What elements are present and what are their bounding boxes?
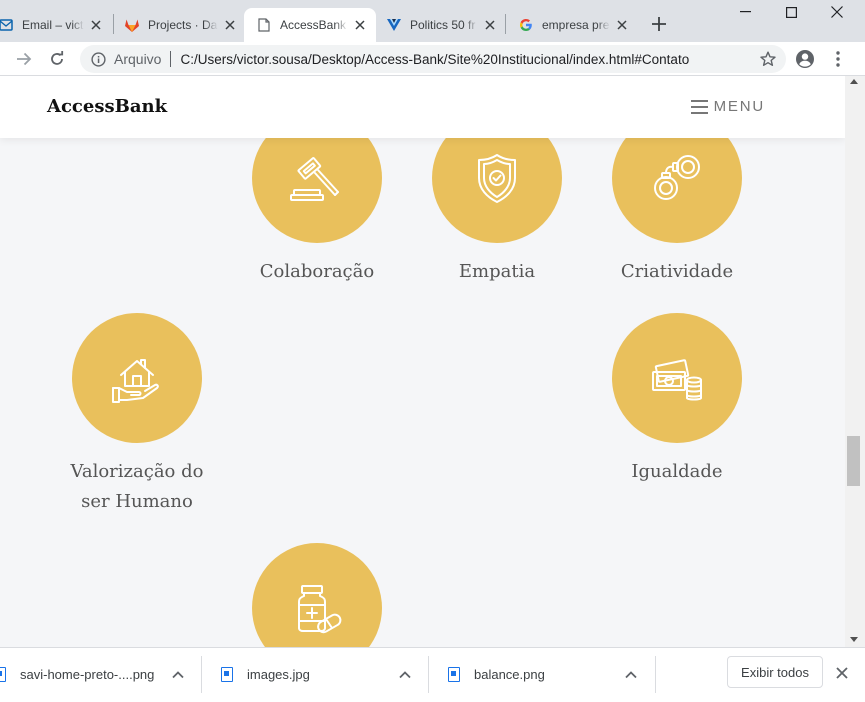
browser-toolbar: Arquivo C:/Users/victor.sousa/Desktop/Ac… [0,42,865,76]
download-item[interactable]: balance.png [448,648,628,701]
gitlab-icon [124,17,140,33]
download-filename: balance.png [474,667,545,682]
tab-strip: Email – victo Projects · Da AccessBank P… [0,0,865,42]
bookmark-star-icon[interactable] [760,51,776,67]
value-label: Valorização do ser Humano [70,461,204,512]
tab-separator [505,14,506,34]
value-item-criatividade: Criatividade [587,113,767,287]
chevron-up-icon[interactable] [171,668,185,682]
medicine-pills-icon [298,585,342,634]
more-vertical-icon [836,51,840,67]
page-scrollbar[interactable] [845,76,865,647]
arrow-right-icon [17,52,32,66]
profile-button[interactable] [792,46,818,72]
reload-button[interactable] [44,46,70,72]
close-icon [831,6,843,18]
scroll-thumb[interactable] [847,436,860,486]
maximize-icon [785,6,797,18]
tab-separator [113,14,114,34]
download-divider [201,656,202,693]
value-circle [72,313,202,443]
value-label: Colaboração [259,261,375,282]
url-text[interactable]: C:/Users/victor.sousa/Desktop/Access-Ban… [180,52,689,67]
value-label: Empatia [458,261,536,282]
google-icon [518,17,534,33]
scroll-down-arrow-icon[interactable] [850,637,858,642]
reload-icon [51,51,64,65]
account-icon [796,50,814,68]
outlook-icon [0,17,14,33]
download-divider [428,656,429,693]
download-divider [655,656,656,693]
download-filename: savi-home-preto-....png [20,667,155,682]
shield-check-icon [478,154,516,203]
tab-projects[interactable]: Projects · Da [116,8,244,42]
close-window-button[interactable] [814,0,860,24]
downloads-shelf: savi-home-preto-....png images.jpg balan… [0,647,865,702]
new-tab-button[interactable] [647,12,671,36]
value-item-igualdade: Igualdade [587,313,767,487]
image-file-icon [221,667,233,682]
forward-button[interactable] [11,46,37,72]
close-tab-icon[interactable] [88,17,104,33]
tab-title: AccessBank [280,18,347,32]
value-circle [612,313,742,443]
gavel-icon [290,157,339,201]
minimize-icon [739,11,751,13]
tab-title: Projects · Da [148,18,218,32]
hamburger-icon [690,99,708,114]
plus-icon [652,17,666,31]
tab-title: Politics 50 fr [410,18,476,32]
tab-title: Email – victo [22,18,84,32]
tab-google-search[interactable]: empresa pre [508,8,636,42]
value-item-valorizacao: Valorização do ser Humano [47,313,227,517]
value-label: Criatividade [620,261,734,282]
tab-politics[interactable]: Politics 50 fr [376,8,504,42]
value-item-colaboracao: Colaboração [227,113,407,287]
close-shelf-icon[interactable] [834,665,850,681]
close-tab-icon[interactable] [352,17,368,33]
chevron-up-icon[interactable] [624,668,638,682]
browser-menu-button[interactable] [825,46,851,72]
value-label: Igualdade [631,461,723,482]
document-icon [256,17,272,33]
chevron-up-icon[interactable] [398,668,412,682]
house-in-hand-icon [112,359,159,403]
money-coins-icon [652,359,702,401]
menu-button[interactable]: MENU [690,98,765,115]
site-brand[interactable]: AccessBank [47,96,167,117]
vuetify-icon [386,17,402,33]
menu-label: MENU [713,98,765,115]
close-tab-icon[interactable] [614,17,630,33]
close-tab-icon[interactable] [222,17,238,33]
show-all-downloads-button[interactable]: Exibir todos [727,656,823,688]
value-circle [252,543,382,647]
security-label: Arquivo [114,51,162,67]
maximize-button[interactable] [768,0,814,24]
minimize-button[interactable] [722,0,768,24]
tab-title: empresa pre [542,18,610,32]
download-filename: images.jpg [247,667,310,682]
handcuffs-icon [654,155,700,200]
image-file-icon [0,667,6,682]
omnibox-divider [170,51,172,67]
value-item-empatia: Empatia [407,113,587,287]
tab-email[interactable]: Email – victo [0,8,110,42]
close-tab-icon[interactable] [482,17,498,33]
download-item[interactable]: savi-home-preto-....png [0,648,190,701]
value-item-saude [227,543,407,647]
address-bar[interactable]: Arquivo C:/Users/victor.sousa/Desktop/Ac… [80,45,786,73]
tab-accessbank[interactable]: AccessBank [244,8,376,42]
browser-window: Email – victo Projects · Da AccessBank P… [0,0,865,702]
page-viewport: AccessBank MENU Colaboração Empatia Cria… [0,76,845,647]
site-navbar: AccessBank MENU [0,76,845,138]
scroll-up-arrow-icon[interactable] [850,79,858,84]
image-file-icon [448,667,460,682]
info-icon[interactable] [90,51,106,67]
download-item[interactable]: images.jpg [221,648,401,701]
